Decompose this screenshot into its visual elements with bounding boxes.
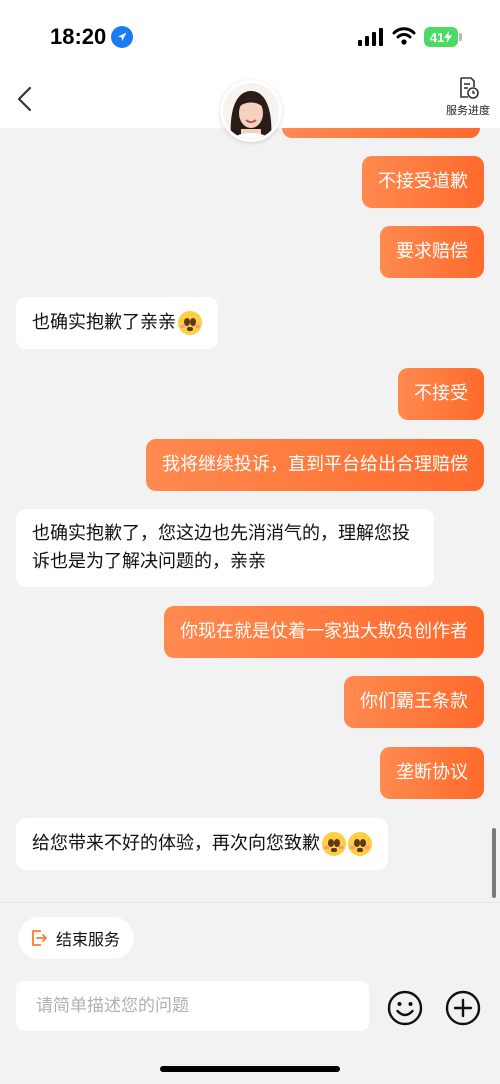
- message-bubble-outgoing[interactable]: 你现在就是仗着一家独大欺负创作者: [164, 606, 484, 658]
- charging-bolt-icon: [444, 31, 453, 43]
- message-bubble-incoming[interactable]: 给您带来不好的体验，再次向您致歉: [16, 818, 388, 870]
- avatar-portrait: [223, 83, 279, 139]
- message-bubble-incoming[interactable]: 也确实抱歉了，您这边也先消消气的，理解您投诉也是为了解决问题的，亲亲: [16, 509, 434, 587]
- pleading-face-icon: [178, 311, 202, 335]
- status-time: 18:20: [50, 24, 107, 49]
- message-text: 不接受: [414, 383, 468, 404]
- chat-message-list[interactable]: 不接受道歉 要求赔偿 也确实抱歉了亲亲 不接受 我将继续投诉，直到平台给出合理赔…: [0, 128, 500, 902]
- exit-icon: [32, 930, 47, 946]
- end-service-label: 结束服务: [56, 930, 121, 949]
- message-text: 垄断协议: [396, 762, 468, 783]
- message-text: 要求赔偿: [396, 241, 468, 262]
- status-bar: 18:20 41: [0, 0, 500, 72]
- message-bubble-outgoing[interactable]: 我将继续投诉，直到平台给出合理赔偿: [146, 439, 484, 491]
- battery-indicator: 41: [424, 27, 458, 47]
- message-text: 不接受道歉: [378, 171, 468, 192]
- service-progress-button[interactable]: 服务进度: [438, 76, 498, 124]
- battery-tip: [459, 33, 462, 41]
- agent-avatar[interactable]: [220, 80, 282, 142]
- pleading-face-icon: [322, 832, 346, 856]
- message-text: 你们霸王条款: [360, 691, 468, 712]
- message-bubble-outgoing[interactable]: 你们霸王条款: [344, 676, 484, 728]
- document-clock-icon: [460, 77, 479, 99]
- message-text: 给您带来不好的体验，再次向您致歉: [32, 833, 320, 854]
- battery-level: 41: [429, 29, 445, 45]
- message-text: 也确实抱歉了亲亲: [32, 312, 176, 333]
- pleading-face-icon: [348, 832, 372, 856]
- cellular-signal-icon: [358, 28, 383, 46]
- message-text: 我将继续投诉，直到平台给出合理赔偿: [162, 454, 468, 475]
- message-bubble-incoming[interactable]: 也确实抱歉了亲亲: [16, 297, 218, 349]
- service-progress-label: 服务进度: [446, 104, 490, 117]
- plus-circle-icon: [445, 990, 481, 1026]
- chevron-left-icon: [17, 86, 32, 112]
- wifi-icon: [392, 27, 416, 45]
- chat-scrollbar[interactable]: [492, 828, 496, 898]
- message-input[interactable]: [16, 981, 369, 1031]
- chat-header: 服务进度: [0, 72, 500, 142]
- smiley-icon: [387, 990, 423, 1026]
- message-text: 你现在就是仗着一家独大欺负创作者: [180, 621, 468, 642]
- end-service-button[interactable]: 结束服务: [18, 917, 135, 959]
- home-indicator[interactable]: [160, 1066, 340, 1072]
- message-bubble-outgoing[interactable]: 不接受道歉: [362, 156, 484, 208]
- input-panel: 结束服务: [0, 902, 500, 1084]
- message-bubble-outgoing[interactable]: 要求赔偿: [380, 226, 484, 278]
- message-bubble-outgoing[interactable]: 垄断协议: [380, 747, 484, 799]
- location-arrow-icon: [111, 26, 133, 48]
- emoji-button[interactable]: [386, 989, 424, 1027]
- back-button[interactable]: [10, 82, 42, 116]
- message-bubble-outgoing[interactable]: 不接受: [398, 368, 484, 420]
- plus-button[interactable]: [444, 989, 482, 1027]
- message-text: 也确实抱歉了，您这边也先消消气的，理解您投诉也是为了解决问题的，亲亲: [32, 523, 410, 572]
